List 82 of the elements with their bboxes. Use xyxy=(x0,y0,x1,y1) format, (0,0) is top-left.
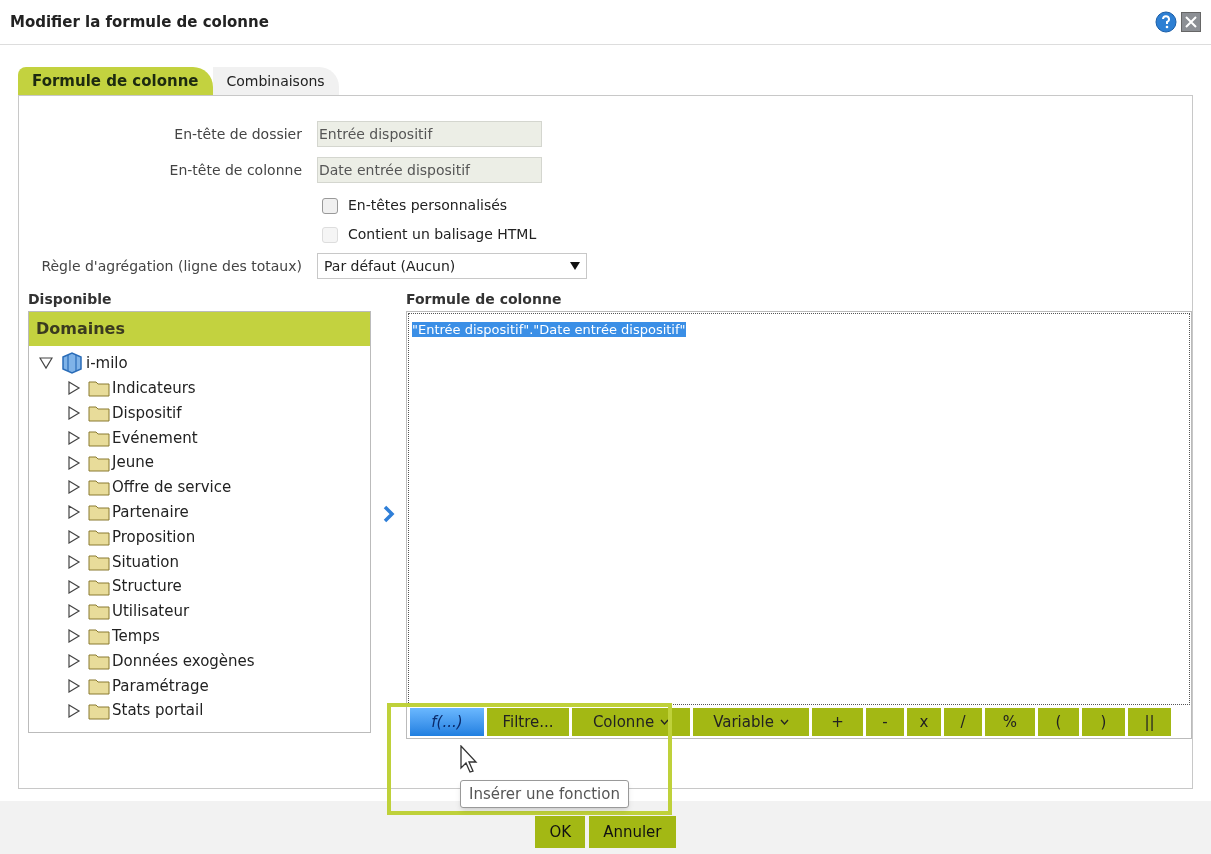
text-field[interactable]: Date entrée dispositif xyxy=(317,157,542,183)
folder-icon xyxy=(88,676,110,695)
folder-icon xyxy=(88,602,110,621)
dialog-button[interactable]: Annuler xyxy=(589,816,676,848)
help-icon[interactable] xyxy=(1155,11,1177,33)
caret-icon xyxy=(660,719,670,725)
triangle-right-icon[interactable] xyxy=(67,455,81,470)
toolbar-button[interactable]: f(...) xyxy=(410,708,484,736)
toolbar-button[interactable]: Colonne xyxy=(572,708,690,736)
section-title: Disponible xyxy=(28,290,113,309)
triangle-right-icon[interactable] xyxy=(67,703,81,718)
tree-item[interactable]: i-milo xyxy=(86,352,128,375)
select-field[interactable]: Par défaut (Aucun) xyxy=(317,253,587,279)
folder-icon xyxy=(88,478,110,497)
tree-item[interactable]: Indicateurs xyxy=(112,376,196,400)
folder-icon xyxy=(88,527,110,546)
toolbar-button[interactable]: ( xyxy=(1038,708,1079,736)
toolbar-button[interactable]: || xyxy=(1128,708,1171,736)
tree-item[interactable]: Dispositif xyxy=(112,401,182,425)
triangle-right-icon[interactable] xyxy=(67,678,81,693)
toolbar-button[interactable]: / xyxy=(944,708,982,736)
cursor-icon xyxy=(460,745,480,775)
folder-icon xyxy=(88,379,110,398)
caret-icon xyxy=(779,719,789,725)
folder-icon xyxy=(88,428,110,447)
tree-item[interactable]: Paramétrage xyxy=(112,674,209,697)
tab[interactable]: Formule de colonne xyxy=(18,67,213,95)
triangle-right-icon[interactable] xyxy=(67,604,81,619)
folder-icon xyxy=(88,503,110,522)
toolbar-button[interactable]: Variable xyxy=(693,708,809,736)
triangle-right-icon[interactable] xyxy=(67,653,81,668)
checkbox-label: En-têtes personnalisés xyxy=(348,196,508,215)
checkbox[interactable] xyxy=(322,197,338,214)
tree-item[interactable]: Temps xyxy=(112,624,160,648)
triangle-right-icon[interactable] xyxy=(67,406,81,420)
tree-item[interactable]: Situation xyxy=(112,550,179,573)
triangle-right-icon[interactable] xyxy=(67,579,81,594)
toolbar-button[interactable]: - xyxy=(866,708,904,736)
tree-item[interactable]: Données exogènes xyxy=(112,649,255,673)
chevron-right-icon[interactable] xyxy=(381,505,396,523)
dropdown-icon xyxy=(570,262,580,270)
triangle-right-icon[interactable] xyxy=(67,554,81,569)
field-label: En-tête de colonne xyxy=(168,160,302,180)
triangle-right-icon[interactable] xyxy=(67,529,81,544)
triangle-right-icon[interactable] xyxy=(67,430,81,445)
window-title: Modifier la formule de colonne xyxy=(10,11,269,33)
folder-icon xyxy=(88,651,110,670)
section-title: Formule de colonne xyxy=(406,290,563,309)
tree-item[interactable]: Utilisateur xyxy=(112,600,190,623)
close-icon[interactable] xyxy=(1181,12,1201,32)
dialog-button[interactable]: OK xyxy=(535,816,586,848)
tree-item[interactable]: Structure xyxy=(112,575,182,598)
triangle-down-icon[interactable] xyxy=(39,356,53,371)
triangle-right-icon[interactable] xyxy=(67,480,81,495)
field-label: Règle d'agrégation (ligne des totaux) xyxy=(40,256,302,276)
triangle-right-icon[interactable] xyxy=(67,629,81,644)
tree-item[interactable]: Proposition xyxy=(112,525,196,549)
cube-icon xyxy=(60,352,84,375)
panel-header: Domaines xyxy=(29,312,370,346)
folder-icon xyxy=(88,404,110,422)
folder-icon xyxy=(88,627,110,646)
toolbar-button[interactable]: ) xyxy=(1082,708,1125,736)
triangle-right-icon[interactable] xyxy=(67,505,81,520)
folder-icon xyxy=(88,453,110,472)
tree-item[interactable]: Evénement xyxy=(112,426,198,450)
toolbar-button[interactable]: % xyxy=(985,708,1035,736)
toolbar-button[interactable]: x xyxy=(907,708,941,736)
folder-icon xyxy=(88,552,110,571)
text-field[interactable]: Entrée dispositif xyxy=(317,121,542,147)
tab[interactable]: Combinaisons xyxy=(212,67,339,95)
tree-item[interactable]: Jeune xyxy=(112,451,154,474)
toolbar-button[interactable]: + xyxy=(812,708,863,736)
triangle-right-icon[interactable] xyxy=(67,381,81,396)
tooltip: Insérer une fonction xyxy=(460,780,629,808)
toolbar-button[interactable]: Filtre... xyxy=(487,708,569,736)
folder-icon xyxy=(88,701,110,720)
checkbox-label: Contient un balisage HTML xyxy=(348,225,537,244)
tree-item[interactable]: Partenaire xyxy=(112,500,189,524)
field-label: En-tête de dossier xyxy=(173,124,302,144)
tree-item[interactable]: Offre de service xyxy=(112,476,232,499)
tree-item[interactable]: Stats portail xyxy=(112,699,204,722)
folder-icon xyxy=(88,577,110,596)
